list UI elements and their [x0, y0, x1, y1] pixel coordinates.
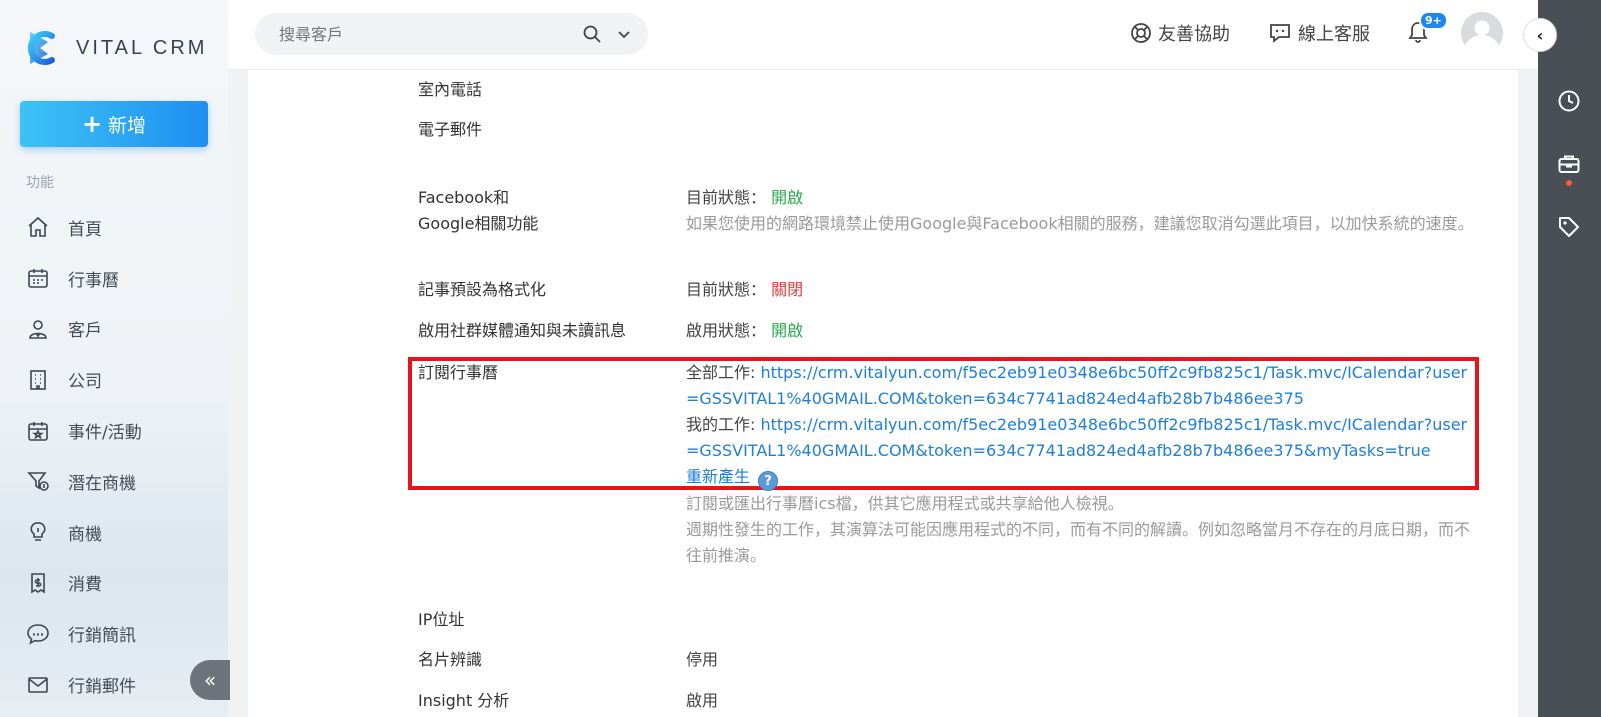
sidebar-item-events[interactable]: 事件/活動: [0, 405, 228, 456]
building-icon: [30, 369, 46, 390]
social-status-toggle[interactable]: 開啟: [771, 321, 803, 340]
ip-label: IP位址: [418, 610, 465, 629]
all-tasks-line: 全部工作: https://crm.vitalyun.com/f5ec2eb91…: [686, 360, 1476, 412]
event-icon: [28, 421, 48, 441]
support-label: 線上客服: [1298, 24, 1370, 45]
sidebar-collapse-button[interactable]: «: [190, 660, 230, 700]
sidebar-nav: 首頁 行事曆 客戶 公司 事件/活動 潛在商機 商機 消費 行銷簡訊 行銷郵件: [0, 202, 228, 710]
fbgoogle-status-line: 目前狀態： 開啟: [686, 185, 1476, 211]
email-label: 電子郵件: [418, 120, 483, 139]
sidebar-item-opportunities[interactable]: 商機: [0, 507, 228, 558]
support-link[interactable]: 線上客服: [1268, 20, 1370, 46]
chevron-down-icon[interactable]: [616, 26, 632, 42]
add-new-label: 新增: [108, 114, 147, 137]
sidebar-item-label: 潛在商機: [68, 473, 136, 494]
brand-logo[interactable]: VITAL CRM: [22, 26, 207, 70]
all-tasks-url-link[interactable]: https://crm.vitalyun.com/f5ec2eb91e0348e…: [686, 363, 1467, 408]
chat-support-icon: [1270, 24, 1290, 43]
clock-icon[interactable]: [1557, 89, 1581, 113]
sidebar-item-label: 行事曆: [68, 270, 119, 291]
card-scan-label: 名片辨識: [418, 650, 483, 669]
fbgoogle-status-toggle[interactable]: 開啟: [771, 188, 803, 207]
avatar[interactable]: [1461, 12, 1503, 54]
note-format-label: 記事預設為格式化: [418, 280, 547, 299]
fbgoogle-label: Facebook和 Google相關功能: [418, 185, 538, 237]
search-input[interactable]: [279, 24, 569, 44]
my-tasks-line: 我的工作: https://crm.vitalyun.com/f5ec2eb91…: [686, 412, 1476, 464]
brand-name: VITAL CRM: [76, 36, 208, 59]
all-tasks-prefix: 全部工作:: [686, 363, 761, 382]
sidebar-item-sms[interactable]: 行銷簡訊: [0, 608, 228, 659]
card-scan-value: 停用: [686, 650, 719, 669]
calendar-sub-note1: 訂閱或匯出行事曆ics檔，供其它應用程式或共享給他人檢視。: [686, 494, 1124, 513]
sidebar-item-label: 公司: [68, 372, 102, 393]
sidebar-item-label: 行銷簡訊: [68, 626, 136, 647]
add-new-button[interactable]: + 新增: [20, 101, 208, 147]
search-icon[interactable]: [582, 24, 602, 44]
regenerate-link[interactable]: 重新產生: [686, 467, 750, 486]
sidebar-item-customers[interactable]: 客戶: [0, 304, 228, 355]
briefcase-notification-dot: [1566, 180, 1572, 186]
calendar-icon: [28, 269, 48, 288]
sidebar-item-leads[interactable]: 潛在商機: [0, 456, 228, 507]
search-bar: [255, 13, 648, 55]
briefcase-icon[interactable]: [1557, 152, 1581, 176]
help-label: 友善協助: [1158, 24, 1230, 45]
customer-icon: [29, 320, 47, 339]
sidebar-item-label: 客戶: [68, 321, 102, 342]
status-prefix: 目前狀態：: [686, 188, 767, 207]
my-tasks-url-link[interactable]: https://crm.vitalyun.com/f5ec2eb91e0348e…: [686, 415, 1467, 460]
sidebar-item-consumption[interactable]: 消費: [0, 558, 228, 609]
sidebar-item-label: 首頁: [68, 219, 102, 240]
right-panel-toggle[interactable]: ‹: [1523, 18, 1557, 52]
sidebar-item-label: 商機: [68, 524, 102, 545]
plus-icon: +: [81, 110, 103, 138]
insight-value: 啟用: [686, 691, 719, 710]
phone-label: 室內電話: [418, 80, 483, 99]
chevron-left-icon: ‹: [1536, 25, 1544, 45]
sms-icon: [27, 623, 49, 645]
help-question-icon[interactable]: ?: [758, 471, 779, 491]
fbgoogle-value: 目前狀態： 開啟 如果您使用的網路環境禁止使用Google與Facebook相關…: [686, 185, 1476, 237]
sidebar-item-label: 消費: [68, 575, 102, 596]
topbar: 友善協助 線上客服 9+: [228, 0, 1538, 70]
right-panel: [1538, 0, 1601, 717]
home-icon: [28, 217, 48, 238]
funnel-icon: [27, 472, 49, 492]
social-value: 啟用狀態： 開啟: [686, 318, 1476, 344]
notification-badge: 9+: [1419, 11, 1448, 30]
sidebar: VITAL CRM + 新增 功能 首頁 行事曆 客戶 公司 事件/活動 潛在商…: [0, 0, 230, 717]
sidebar-item-label: 行銷郵件: [68, 677, 136, 698]
vital-logo-icon: [22, 26, 66, 70]
fbgoogle-label-line1: Facebook和: [418, 188, 510, 207]
status-prefix: 啟用狀態：: [686, 321, 767, 340]
sidebar-item-label: 事件/活動: [68, 423, 142, 444]
sidebar-item-home[interactable]: 首頁: [0, 202, 228, 253]
section-label-functions: 功能: [26, 175, 54, 191]
double-chevron-left-icon: «: [203, 668, 217, 692]
receipt-icon: [31, 573, 45, 594]
fbgoogle-label-line2: Google相關功能: [418, 214, 539, 233]
social-label: 啟用社群媒體通知與未讀訊息: [418, 321, 627, 340]
lightbulb-icon: [30, 522, 46, 541]
calendar-sub-label: 訂閱行事曆: [418, 363, 499, 382]
note-format-value: 目前狀態： 關閉: [686, 277, 1476, 303]
regenerate-line: 重新產生?: [686, 464, 1476, 491]
note-format-status-toggle[interactable]: 關閉: [771, 280, 803, 299]
fbgoogle-note: 如果您使用的網路環境禁止使用Google與Facebook相關的服務，建議您取消…: [686, 214, 1474, 233]
help-link[interactable]: 友善協助: [1130, 20, 1230, 46]
sidebar-item-companies[interactable]: 公司: [0, 354, 228, 405]
status-prefix: 目前狀態：: [686, 280, 767, 299]
insight-label: Insight 分析: [418, 691, 510, 710]
tag-icon[interactable]: [1557, 215, 1581, 239]
lifebuoy-icon: [1131, 23, 1151, 43]
calendar-sub-value: 全部工作: https://crm.vitalyun.com/f5ec2eb91…: [686, 360, 1476, 569]
sidebar-item-calendar[interactable]: 行事曆: [0, 253, 228, 304]
my-tasks-prefix: 我的工作:: [686, 415, 761, 434]
calendar-sub-note2: 週期性發生的工作，其演算法可能因應用程式的不同，而有不同的解讀。例如忽略當月不存…: [686, 520, 1471, 565]
mail-icon: [28, 676, 48, 693]
